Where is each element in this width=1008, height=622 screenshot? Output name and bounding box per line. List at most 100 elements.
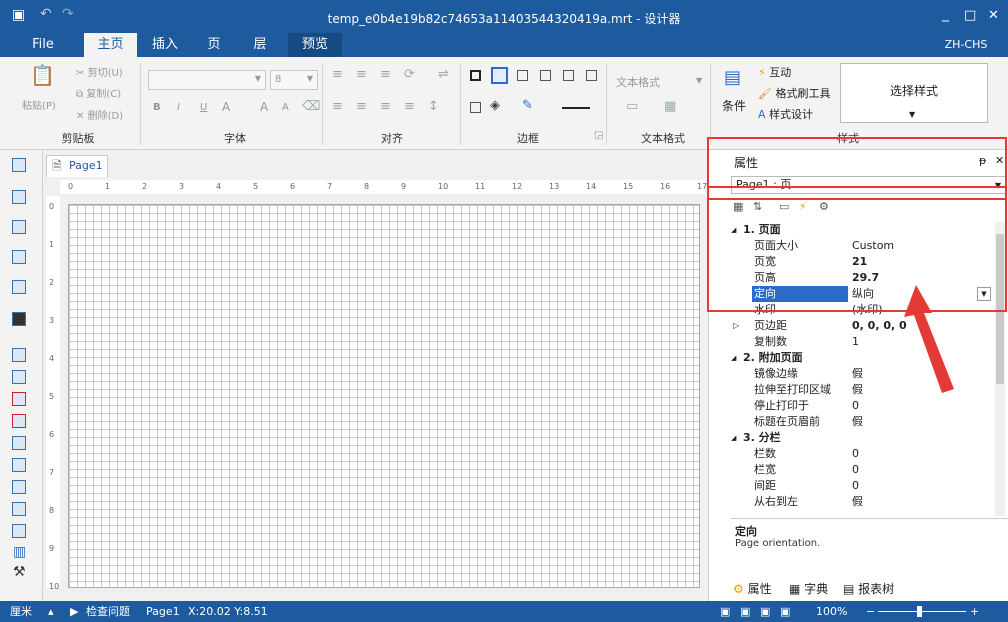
panel-icon[interactable]	[12, 436, 26, 450]
file-menu[interactable]: File	[22, 33, 64, 57]
no-border-icon[interactable]	[470, 102, 481, 113]
cut-button[interactable]: ✂ 剪切(U)	[76, 64, 123, 79]
table-icon[interactable]	[12, 250, 26, 264]
border-right-icon[interactable]	[540, 70, 551, 81]
line-spacing-icon[interactable]: ↕	[428, 99, 439, 114]
align-middle-icon[interactable]: ≡	[356, 67, 367, 82]
language-selector[interactable]: ZH-CHS	[935, 33, 997, 57]
rotate-icon[interactable]: ⟳	[404, 67, 415, 82]
wrap-icon[interactable]: ⇌	[438, 67, 449, 82]
horizontal-scrollbar[interactable]	[60, 588, 705, 600]
unit-selector[interactable]: 厘米	[10, 601, 32, 622]
font-name-combo[interactable]: ▼	[148, 70, 266, 90]
conditions-button[interactable]: 条件	[722, 97, 746, 114]
text-format-combo[interactable]: 文本格式	[616, 74, 660, 90]
align-left-icon[interactable]: ≡	[332, 99, 343, 114]
property-value: 0	[852, 399, 859, 412]
close-button[interactable]: ✕	[988, 8, 999, 23]
container-icon[interactable]	[12, 480, 26, 494]
minimize-button[interactable]: _	[942, 6, 949, 22]
format-icon[interactable]: ▦	[664, 99, 676, 114]
page-canvas[interactable]	[68, 204, 700, 588]
align-right-icon[interactable]: ≡	[380, 99, 391, 114]
checkbox-icon[interactable]	[12, 502, 26, 516]
group-separator	[710, 63, 711, 145]
band-icon[interactable]	[12, 158, 26, 172]
border-color-icon[interactable]: ✎	[522, 98, 533, 113]
property-row[interactable]: 栏宽 0	[729, 462, 997, 478]
component-icon[interactable]	[12, 312, 26, 326]
tab-properties[interactable]: ⚙ 属性	[733, 580, 772, 597]
page-tab[interactable]: 🗎 Page1	[46, 155, 108, 177]
panel-icon[interactable]	[12, 458, 26, 472]
zoom-in-icon[interactable]: +	[970, 601, 979, 622]
zoom-out-icon[interactable]: −	[866, 601, 875, 622]
text-field-icon[interactable]	[12, 392, 26, 406]
chart-icon[interactable]: ▥	[13, 544, 26, 560]
font-size-combo[interactable]: 8 ▼	[270, 70, 318, 90]
border-outside-icon[interactable]	[491, 67, 508, 84]
align-top-icon[interactable]: ≡	[332, 67, 343, 82]
select-style-box[interactable]: 选择样式 ▼	[840, 63, 988, 123]
tools-icon[interactable]: ⚒	[13, 564, 26, 580]
collapse-icon[interactable]: ◢	[731, 350, 736, 366]
border-all-icon[interactable]	[470, 70, 481, 81]
justify-icon[interactable]: ≡	[404, 99, 415, 114]
paste-button[interactable]: 粘贴(P)	[22, 97, 56, 112]
grow-font-button[interactable]: A	[260, 100, 268, 114]
cross-band-icon[interactable]	[12, 220, 26, 234]
style-designer-button[interactable]: A 样式设计	[758, 106, 813, 122]
tab-home[interactable]: 主页	[84, 33, 137, 57]
text-icon[interactable]	[12, 348, 26, 362]
view-icon[interactable]: ▣	[740, 601, 750, 622]
unit-dropdown-icon[interactable]: ▴	[48, 601, 54, 622]
tab-insert[interactable]: 插入	[142, 33, 188, 57]
format-icon[interactable]: ▭	[626, 99, 638, 114]
property-row[interactable]: 栏数 0	[729, 446, 997, 462]
collapse-icon[interactable]: ◢	[731, 430, 736, 446]
border-top-icon[interactable]	[563, 70, 574, 81]
view-icon[interactable]: ▣	[720, 601, 730, 622]
align-bottom-icon[interactable]: ≡	[380, 67, 391, 82]
property-row[interactable]: 停止打印于 0	[729, 398, 997, 414]
check-issues-button[interactable]: 检查问题	[86, 601, 130, 622]
property-value: 假	[852, 367, 863, 380]
view-icon[interactable]: ▣	[760, 601, 770, 622]
copy-button[interactable]: ⧉ 复制(C)	[76, 85, 121, 100]
expand-icon[interactable]: ▷	[733, 318, 739, 334]
text-field-icon[interactable]	[12, 414, 26, 428]
richtext-icon[interactable]	[12, 370, 26, 384]
format-painter-button[interactable]: 🖌 格式刷工具	[758, 85, 830, 101]
property-row[interactable]: 从右到左 假	[729, 494, 997, 510]
font-color-button[interactable]: A	[222, 100, 230, 114]
band-icon[interactable]	[12, 190, 26, 204]
property-row[interactable]: 间距 0	[729, 478, 997, 494]
property-category[interactable]: ◢ 3. 分栏	[729, 430, 997, 446]
tab-preview[interactable]: 预览	[288, 33, 342, 57]
bold-button[interactable]: B	[153, 102, 161, 113]
underline-button[interactable]: U	[200, 102, 207, 113]
border-style-icon[interactable]	[562, 107, 590, 109]
zoom-slider-thumb[interactable]	[917, 606, 922, 617]
zoom-slider[interactable]	[878, 611, 966, 612]
image-icon[interactable]	[12, 524, 26, 538]
shape-icon[interactable]	[12, 280, 26, 294]
tab-layer[interactable]: 层	[242, 33, 278, 57]
border-left-icon[interactable]	[517, 70, 528, 81]
dialog-launcher-icon[interactable]: ◲	[594, 130, 603, 141]
maximize-button[interactable]: □	[964, 8, 976, 23]
group-separator	[140, 63, 141, 145]
interaction-button[interactable]: ⚡ 互动	[758, 64, 791, 80]
delete-button[interactable]: ✕ 删除(D)	[76, 107, 123, 122]
tab-report-tree[interactable]: ▤ 报表树	[843, 580, 894, 597]
clear-format-icon[interactable]: ⌫	[302, 99, 320, 114]
italic-button[interactable]: I	[177, 102, 180, 113]
fill-color-icon[interactable]: ◈	[490, 98, 500, 113]
property-row[interactable]: 标题在页眉前 假	[729, 414, 997, 430]
align-center-icon[interactable]: ≡	[356, 99, 367, 114]
tab-dictionary[interactable]: ▦ 字典	[789, 580, 828, 597]
border-bottom-icon[interactable]	[586, 70, 597, 81]
shrink-font-button[interactable]: A	[282, 102, 289, 113]
view-icon[interactable]: ▣	[780, 601, 790, 622]
tab-page[interactable]: 页	[196, 33, 232, 57]
